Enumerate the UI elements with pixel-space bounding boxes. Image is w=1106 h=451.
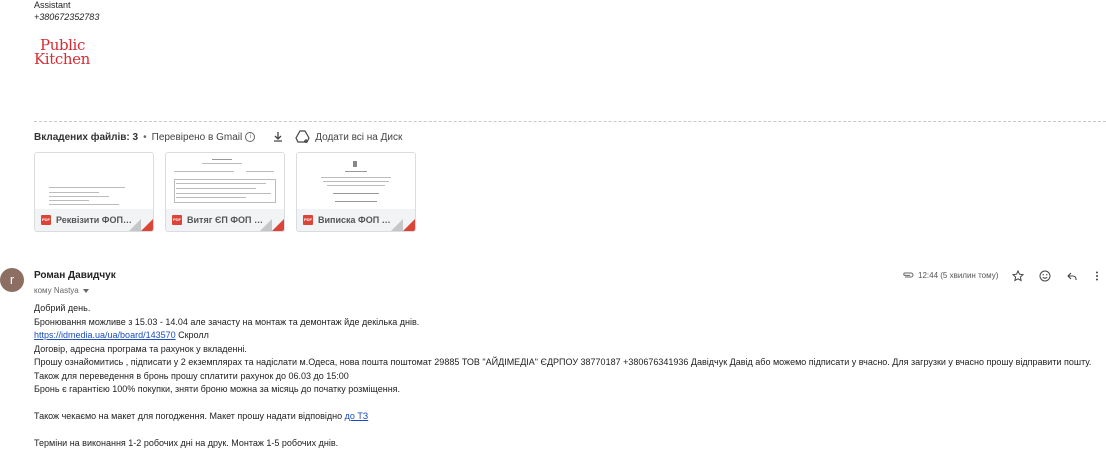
attachment-name: Витяг ЄП ФОП Гу...: [187, 215, 263, 225]
body-line: Бронь є гарантією 100% покупки, зняти бр…: [34, 384, 401, 394]
card-corner: [129, 219, 141, 231]
sender-name[interactable]: Роман Давидчук: [34, 270, 116, 281]
attachment-preview: [35, 153, 153, 209]
verified-label: Перевірено в Gmail: [151, 131, 243, 143]
message-time: 12:44 (5 хвилин тому): [902, 270, 998, 280]
card-corner-red: [272, 219, 284, 231]
body-line: Бронювання можливе з 15.03 - 14.04 але з…: [34, 316, 420, 327]
pdf-icon: PDF: [172, 215, 182, 225]
public-kitchen-logo: Public Kitchen: [34, 38, 104, 72]
logo-line-2: Kitchen: [34, 50, 90, 68]
card-corner-red: [141, 219, 153, 231]
avatar[interactable]: r: [0, 268, 24, 292]
time-text: 12:44 (5 хвилин тому): [918, 270, 999, 280]
body-line: Також чекаємо на макет для погодження. М…: [34, 410, 1094, 424]
card-corner-red: [403, 219, 415, 231]
pdf-icon: PDF: [41, 215, 51, 225]
recipient-text: кому Nastya: [34, 286, 79, 295]
attachment-card[interactable]: PDF Реквізити ФОП Г...: [34, 152, 154, 232]
attachment-card[interactable]: PDF Виписка ФОП Гу...: [296, 152, 416, 232]
add-to-drive-icon[interactable]: [295, 130, 311, 144]
reply-icon[interactable]: [1066, 270, 1078, 282]
separator-dot: •: [143, 131, 147, 143]
attachment-preview: [297, 153, 415, 209]
attachment-name: Реквізити ФОП Г...: [56, 215, 132, 225]
signature-phone: +380672352783: [34, 12, 100, 22]
macket-text: Також чекаємо на макет для погодження. М…: [34, 411, 345, 421]
star-icon[interactable]: [1012, 270, 1024, 282]
attachment-footer: PDF Виписка ФОП Гу...: [297, 209, 415, 231]
card-corner: [391, 219, 403, 231]
attachment-footer: PDF Витяг ЄП ФОП Гу...: [166, 209, 284, 231]
body-line: Також для переведення в бронь прошу спла…: [34, 370, 349, 381]
dropdown-icon[interactable]: [82, 288, 89, 293]
more-vert-icon[interactable]: [1094, 270, 1100, 282]
add-all-to-drive-button[interactable]: Додати всі на Диск: [315, 132, 402, 143]
attachment-card[interactable]: PDF Витяг ЄП ФОП Гу...: [165, 152, 285, 232]
download-icon[interactable]: [271, 130, 285, 144]
attachment-footer: PDF Реквізити ФОП Г...: [35, 209, 153, 231]
body-line: Прошу ознайомитись , підписати у 2 екзем…: [34, 357, 1092, 367]
pdf-icon: PDF: [303, 215, 313, 225]
attachment-clip-icon: [903, 272, 914, 278]
attachment-name: Виписка ФОП Гу...: [318, 215, 394, 225]
info-icon[interactable]: i: [245, 132, 256, 142]
attachments-count: Вкладених файлів: 3: [34, 131, 139, 143]
card-corner: [260, 219, 272, 231]
link-suffix: Скролл: [175, 330, 209, 340]
attachments-separator: [34, 121, 1106, 122]
tz-link[interactable]: до ТЗ: [345, 411, 369, 421]
body-line: Терміни на виконання 1-2 робочих дні на …: [34, 438, 339, 448]
message-body: Добрий день. Бронювання можливе з 15.03 …: [34, 302, 1094, 451]
attachment-preview: [166, 153, 284, 209]
body-line: Добрий день.: [34, 303, 91, 313]
signature-role: Assistant: [34, 0, 71, 10]
emoji-icon[interactable]: [1039, 270, 1051, 282]
recipient-label[interactable]: кому Nastya: [34, 286, 89, 295]
attachments-bar: Вкладених файлів: 3 • Перевірено в Gmail…: [34, 130, 402, 144]
body-line: Договір, адресна програма та рахунок у в…: [34, 343, 247, 354]
board-link[interactable]: https://idmedia.ua/ua/board/143570: [34, 330, 176, 340]
body-line: https://idmedia.ua/ua/board/143570 Скрол…: [34, 329, 1094, 343]
